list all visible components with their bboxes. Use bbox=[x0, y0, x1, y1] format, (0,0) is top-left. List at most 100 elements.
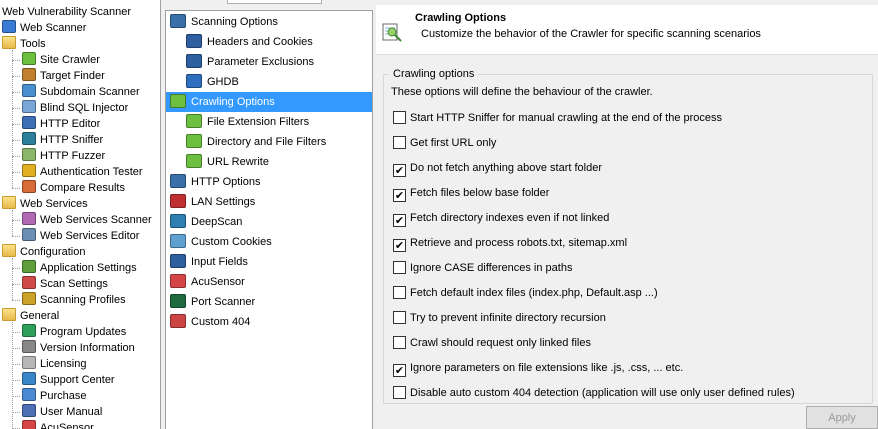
option-12[interactable]: Disable auto custom 404 detection (appli… bbox=[393, 386, 795, 400]
tree-item-label: Licensing bbox=[40, 358, 87, 370]
tree-item-label: General bbox=[20, 310, 60, 322]
tree-connector bbox=[12, 396, 20, 397]
tree-item-user-manual[interactable]: User Manual bbox=[22, 404, 102, 420]
settings-tree-item-custom-404[interactable]: Custom 404 bbox=[170, 312, 250, 332]
settings-tree-item-scanning-options[interactable]: Scanning Options bbox=[170, 12, 278, 32]
option-11[interactable]: ✔ Ignore parameters on file extensions li… bbox=[393, 361, 683, 377]
tree-item-label: AcuSensor bbox=[40, 422, 94, 429]
settings-tree-item-port-scanner[interactable]: Port Scanner bbox=[170, 292, 255, 312]
tree-item-configuration[interactable]: Configuration bbox=[2, 244, 85, 260]
checkbox-checked[interactable]: ✔ bbox=[393, 239, 406, 252]
checkbox-checked[interactable]: ✔ bbox=[393, 214, 406, 227]
tree-connector bbox=[12, 258, 13, 300]
settings-tree-item-ghdb[interactable]: GHDB bbox=[186, 72, 239, 92]
tree-connector bbox=[12, 332, 20, 333]
tree-item-web-vulnerability-scanner[interactable]: Web Vulnerability Scanner bbox=[2, 4, 131, 20]
crawler-icon bbox=[382, 23, 402, 42]
tree-item-purchase[interactable]: Purchase bbox=[22, 388, 86, 404]
option-3[interactable]: ✔ Do not fetch anything above start folde… bbox=[393, 161, 602, 177]
tree-connector bbox=[12, 124, 20, 125]
tree-connector bbox=[12, 188, 20, 189]
option-10[interactable]: Crawl should request only linked files bbox=[393, 336, 591, 350]
settings-tree-item-url-rewrite[interactable]: URL Rewrite bbox=[186, 152, 269, 172]
checkbox-unchecked[interactable] bbox=[393, 311, 406, 324]
tree-item-http-editor[interactable]: HTTP Editor bbox=[22, 116, 100, 132]
tree-connector bbox=[12, 92, 20, 93]
tree-item-tools[interactable]: Tools bbox=[2, 36, 46, 52]
tree-item-version-information[interactable]: Version Information bbox=[22, 340, 135, 356]
checkbox-checked[interactable]: ✔ bbox=[393, 364, 406, 377]
checkbox-checked[interactable]: ✔ bbox=[393, 189, 406, 202]
tree-item-http-sniffer[interactable]: HTTP Sniffer bbox=[22, 132, 103, 148]
settings-tree-item-deepscan[interactable]: DeepScan bbox=[170, 212, 242, 232]
tree-item-label: Target Finder bbox=[40, 70, 105, 82]
tree-item-web-services-editor[interactable]: Web Services Editor bbox=[22, 228, 139, 244]
settings-tree-item-headers-and-cookies[interactable]: Headers and Cookies bbox=[186, 32, 313, 52]
profiles-icon bbox=[22, 292, 36, 305]
apply-button[interactable]: Apply bbox=[806, 406, 878, 429]
tree-connector bbox=[12, 50, 13, 188]
tree-item-application-settings[interactable]: Application Settings bbox=[22, 260, 137, 276]
folder-icon bbox=[2, 36, 16, 49]
tree-item-licensing[interactable]: Licensing bbox=[22, 356, 86, 372]
option-1[interactable]: Start HTTP Sniffer for manual crawling a… bbox=[393, 111, 722, 125]
tree-item-label: Scanning Profiles bbox=[40, 294, 126, 306]
option-8[interactable]: Fetch default index files (index.php, De… bbox=[393, 286, 658, 300]
settings-tree-item-label: Custom Cookies bbox=[191, 236, 272, 248]
tree-item-http-fuzzer[interactable]: HTTP Fuzzer bbox=[22, 148, 105, 164]
tree-item-scanning-profiles[interactable]: Scanning Profiles bbox=[22, 292, 126, 308]
acusensor-icon bbox=[170, 274, 186, 288]
tree-item-subdomain-scanner[interactable]: Subdomain Scanner bbox=[22, 84, 140, 100]
settings-tree-item-crawling-options[interactable]: Crawling Options bbox=[166, 92, 372, 112]
tree-item-support-center[interactable]: Support Center bbox=[22, 372, 115, 388]
tree-item-web-services[interactable]: Web Services bbox=[2, 196, 88, 212]
tree-item-acusensor[interactable]: AcuSensor bbox=[22, 420, 94, 429]
scan-settings-icon bbox=[22, 276, 36, 289]
tree-item-target-finder[interactable]: Target Finder bbox=[22, 68, 105, 84]
tree-connector bbox=[12, 236, 20, 237]
checkbox-unchecked[interactable] bbox=[393, 261, 406, 274]
option-4[interactable]: ✔ Fetch files below base folder bbox=[393, 186, 549, 202]
tree-item-authentication-tester[interactable]: Authentication Tester bbox=[22, 164, 143, 180]
checkbox-unchecked[interactable] bbox=[393, 336, 406, 349]
option-2[interactable]: Get first URL only bbox=[393, 136, 496, 150]
settings-tree-item-acusensor[interactable]: AcuSensor bbox=[170, 272, 245, 292]
settings-tree-item-file-extension-filters[interactable]: File Extension Filters bbox=[186, 112, 309, 132]
magnifier-icon bbox=[22, 68, 36, 81]
profile-combo[interactable] bbox=[227, 0, 322, 4]
option-7[interactable]: Ignore CASE differences in paths bbox=[393, 261, 572, 275]
tree-item-blind-sql-injector[interactable]: Blind SQL Injector bbox=[22, 100, 128, 116]
settings-tree-item-directory-and-file-filters[interactable]: Directory and File Filters bbox=[186, 132, 326, 152]
settings-tree-item-input-fields[interactable]: Input Fields bbox=[170, 252, 248, 272]
tree-item-label: Version Information bbox=[40, 342, 135, 354]
tree-item-web-scanner[interactable]: Web Scanner bbox=[2, 20, 86, 36]
settings-tree-item-http-options[interactable]: HTTP Options bbox=[170, 172, 261, 192]
tree-item-scan-settings[interactable]: Scan Settings bbox=[22, 276, 108, 292]
tree-item-compare-results[interactable]: Compare Results bbox=[22, 180, 125, 196]
tree-item-site-crawler[interactable]: Site Crawler bbox=[22, 52, 100, 68]
tree-item-web-services-scanner[interactable]: Web Services Scanner bbox=[22, 212, 152, 228]
checkbox-unchecked[interactable] bbox=[393, 111, 406, 124]
settings-tree-item-lan-settings[interactable]: LAN Settings bbox=[170, 192, 255, 212]
tree-item-label: Support Center bbox=[40, 374, 115, 386]
option-9[interactable]: Try to prevent infinite directory recurs… bbox=[393, 311, 606, 325]
fuzzer-icon bbox=[22, 148, 36, 161]
settings-tree-item-parameter-exclusions[interactable]: Parameter Exclusions bbox=[186, 52, 314, 72]
sql-icon bbox=[22, 100, 36, 113]
tree-item-program-updates[interactable]: Program Updates bbox=[22, 324, 126, 340]
support-icon bbox=[22, 372, 36, 385]
tree-item-label: Tools bbox=[20, 38, 46, 50]
checkbox-unchecked[interactable] bbox=[393, 386, 406, 399]
option-label: Fetch default index files (index.php, De… bbox=[410, 287, 658, 299]
option-5[interactable]: ✔ Fetch directory indexes even if not lin… bbox=[393, 211, 609, 227]
settings-tree-item-label: Scanning Options bbox=[191, 16, 278, 28]
tree-item-general[interactable]: General bbox=[2, 308, 59, 324]
settings-icon bbox=[22, 260, 36, 273]
version-icon bbox=[22, 340, 36, 353]
tree-connector bbox=[12, 140, 20, 141]
checkbox-unchecked[interactable] bbox=[393, 286, 406, 299]
checkbox-checked[interactable]: ✔ bbox=[393, 164, 406, 177]
checkbox-unchecked[interactable] bbox=[393, 136, 406, 149]
option-6[interactable]: ✔ Retrieve and process robots.txt, sitema… bbox=[393, 236, 627, 252]
settings-tree-item-custom-cookies[interactable]: Custom Cookies bbox=[170, 232, 272, 252]
